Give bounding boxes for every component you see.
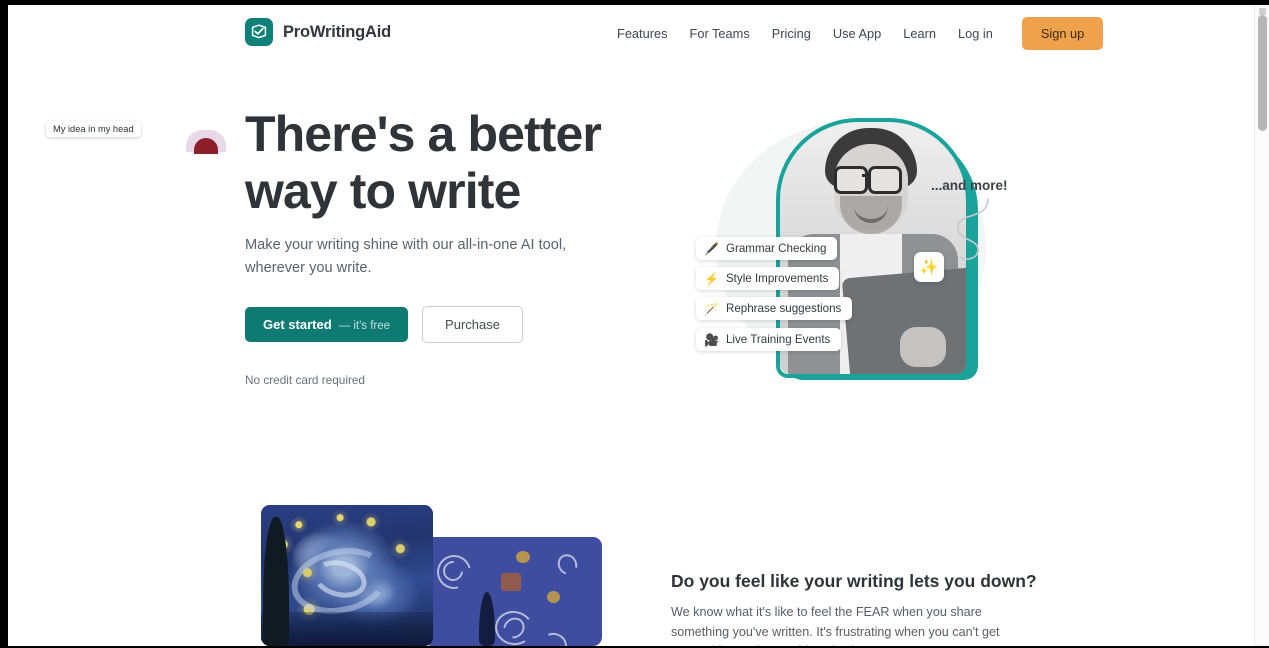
swirl-arrow-icon [957, 198, 989, 260]
book-check-logo-icon [245, 18, 273, 46]
person-glasses-bridge [862, 174, 868, 177]
nav-item-log-in[interactable]: Log in [947, 18, 1004, 49]
section-heading: Do you feel like your writing lets you d… [671, 571, 1037, 591]
hero-heading: There's a better way to write [245, 106, 602, 219]
nav-item-for-teams[interactable]: For Teams [679, 18, 761, 49]
starry-badge [186, 130, 226, 154]
starry-night-image [261, 505, 433, 646]
person-glasses-right [868, 166, 902, 194]
doodle-blob [547, 591, 560, 603]
hero-subheading: Make your writing shine with our all-in-… [245, 237, 567, 276]
lightning-icon: ⚡ [704, 271, 719, 286]
person-glasses-left [834, 166, 868, 194]
feature-chip-label: Live Training Events [725, 333, 831, 346]
doodle-blob [501, 573, 521, 591]
starry-image-caption: My idea in my head [46, 121, 141, 137]
doodle-blob [516, 551, 530, 563]
brand-logo[interactable]: ProWritingAid [245, 18, 391, 46]
brand-name: ProWritingAid [283, 22, 392, 41]
pen-icon: 🖋️ [704, 241, 719, 256]
vertical-scrollbar[interactable] [1254, 5, 1269, 646]
scrollbar-thumb[interactable] [1258, 15, 1267, 131]
feature-chip-rephrase-suggestions[interactable]: 🪄 Rephrase suggestions [696, 297, 853, 320]
purchase-button[interactable]: Purchase [422, 306, 523, 343]
doodle-spiral [554, 550, 581, 579]
magic-wand-icon: 🪄 [704, 301, 719, 316]
nav-item-pricing[interactable]: Pricing [761, 18, 822, 49]
get-started-label: Get started [263, 317, 332, 332]
doodle-spiral [537, 629, 571, 646]
no-credit-card-note: No credit card required [245, 373, 365, 387]
feature-chip-style-improvements[interactable]: ⚡ Style Improvements [696, 267, 840, 290]
main-navigation: Features For Teams Pricing Use App Learn… [606, 17, 1104, 50]
hero-cta-group: Get started — it's free Purchase [245, 306, 523, 343]
doodle-card-image [423, 537, 602, 646]
and-more-label: ...and more! [931, 178, 1008, 193]
scroll-up-icon[interactable] [1259, 8, 1266, 15]
sign-up-button[interactable]: Sign up [1021, 17, 1104, 50]
page-content: ProWritingAid Features For Teams Pricing… [8, 5, 1254, 646]
section-body-text: We know what it's like to feel the FEAR … [671, 605, 1000, 646]
page-viewport: ProWritingAid Features For Teams Pricing… [8, 5, 1269, 646]
doodle-cypress [479, 592, 495, 646]
get-started-note: — it's free [338, 320, 391, 332]
browser-window-frame: ProWritingAid Features For Teams Pricing… [0, 0, 1269, 648]
movie-camera-icon: 🎥 [704, 332, 719, 347]
nav-item-use-app[interactable]: Use App [822, 18, 892, 49]
site-header: ProWritingAid Features For Teams Pricing… [8, 5, 1254, 61]
feature-chip-grammar-checking[interactable]: 🖋️ Grammar Checking [696, 237, 838, 260]
sparkle-icon: ✨ [914, 252, 944, 282]
hero-illustration: ...and more! ✨ 🖋️ Grammar Checking ⚡ Sty… [668, 100, 1048, 400]
starry-badge-inner [194, 138, 218, 154]
person-hand [900, 327, 946, 367]
get-started-button[interactable]: Get started — it's free [245, 307, 409, 342]
feature-chip-label: Rephrase suggestions [725, 302, 842, 315]
nav-item-features[interactable]: Features [606, 18, 679, 49]
feature-chip-live-training-events[interactable]: 🎥 Live Training Events [696, 328, 842, 351]
feature-chip-label: Style Improvements [725, 272, 829, 285]
feature-chip-label: Grammar Checking [725, 242, 827, 255]
nav-item-learn[interactable]: Learn [892, 18, 947, 49]
